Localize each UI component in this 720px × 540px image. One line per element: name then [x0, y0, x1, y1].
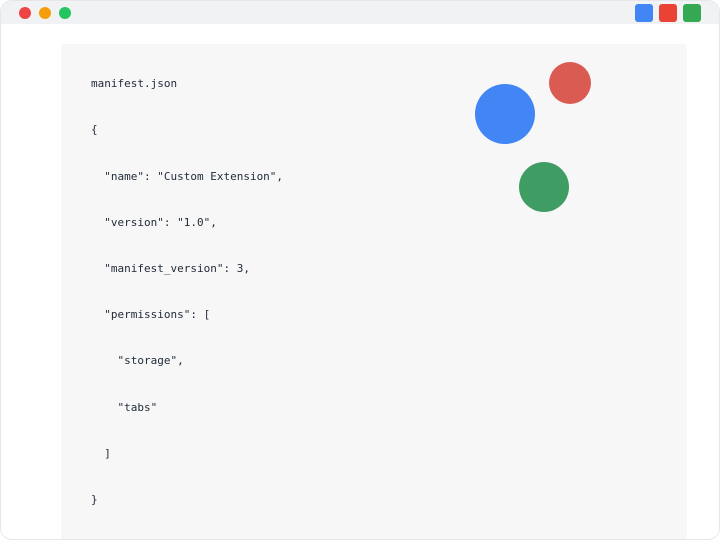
swatch-green-icon	[683, 4, 701, 22]
code-line: }	[91, 493, 98, 506]
code-line: "storage",	[91, 354, 184, 367]
code-line: {	[91, 123, 98, 136]
decor-circle-blue-icon	[475, 84, 535, 144]
code-filename: manifest.json	[91, 77, 177, 90]
app-window: manifest.json { "name": "Custom Extensio…	[0, 0, 720, 540]
swatch-red-icon	[659, 4, 677, 22]
code-line: ]	[91, 447, 111, 460]
titlebar	[1, 1, 719, 24]
content-area: manifest.json { "name": "Custom Extensio…	[1, 24, 719, 539]
swatch-blue-icon	[635, 4, 653, 22]
code-line: "version": "1.0",	[91, 216, 217, 229]
color-swatch-group	[635, 4, 701, 22]
code-panel: manifest.json { "name": "Custom Extensio…	[61, 44, 687, 539]
code-line: "permissions": [	[91, 308, 210, 321]
code-line: "name": "Custom Extension",	[91, 170, 283, 183]
code-line: "tabs"	[91, 401, 157, 414]
close-window-icon[interactable]	[19, 7, 31, 19]
maximize-window-icon[interactable]	[59, 7, 71, 19]
window-controls	[19, 7, 71, 19]
decor-circle-red-icon	[549, 62, 591, 104]
decor-circle-green-icon	[519, 162, 569, 212]
code-block: manifest.json { "name": "Custom Extensio…	[91, 72, 657, 511]
code-line: "manifest_version": 3,	[91, 262, 250, 275]
minimize-window-icon[interactable]	[39, 7, 51, 19]
